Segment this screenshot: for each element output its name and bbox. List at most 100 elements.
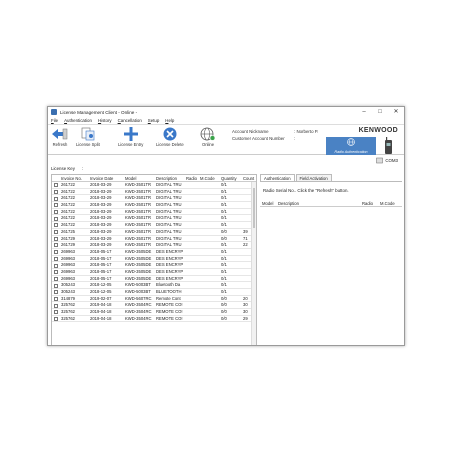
table-cell: KWD-5003BT: [125, 289, 151, 294]
table-cell: KWD-3505DE: [125, 275, 152, 281]
row-checkbox[interactable]: [54, 270, 58, 275]
table-cell: 2019-04-18: [90, 309, 112, 315]
row-checkbox[interactable]: [54, 230, 58, 235]
license-delete-label: License Delete: [156, 142, 184, 147]
row-checkbox[interactable]: [54, 276, 58, 281]
column-header[interactable]: Model: [260, 200, 278, 206]
table-cell: [185, 302, 199, 308]
table-row[interactable]: 261722 2018-03-29 KWD-3501TR DIGITAL TRU 0/1: [52, 189, 256, 196]
close-window-button[interactable]: ✕: [388, 107, 404, 117]
maximize-button[interactable]: □: [372, 107, 388, 117]
license-delete-button[interactable]: License Delete: [156, 127, 184, 147]
table-cell: [199, 229, 220, 235]
table-cell: [199, 256, 220, 262]
license-table-header: Invoice No. Invoice Date Model Description R…: [52, 175, 256, 182]
row-checkbox[interactable]: [54, 183, 58, 188]
table-cell: 0/1: [221, 222, 227, 228]
row-checkbox[interactable]: [54, 290, 58, 295]
table-row[interactable]: 325762 2019-04-18 KWD-3504RC REMOTE CO! 0/0 3…: [52, 302, 256, 310]
table-row[interactable]: 305243 2018-12-05 KWD-5003BT Bluetooth Da 0/…: [52, 282, 256, 289]
column-header[interactable]: Model: [124, 175, 155, 181]
tab-field-activation[interactable]: Field Activation: [295, 174, 332, 181]
row-checkbox[interactable]: [54, 189, 58, 194]
table-cell: 2018-05-17: [90, 262, 112, 268]
tab-authentication[interactable]: Authentication: [260, 174, 295, 181]
table-cell: 305243: [61, 289, 75, 294]
table-row[interactable]: 314879 2019-02-07 KWD-5607RC Remote Cont 0/0…: [52, 296, 256, 303]
menu-item[interactable]: Help: [165, 118, 174, 123]
column-header[interactable]: M.Code: [199, 175, 220, 181]
customer-account-number-value: :: [294, 136, 296, 141]
table-cell: 2018-03-29: [90, 222, 112, 228]
row-checkbox[interactable]: [54, 250, 58, 255]
table-row[interactable]: 261722 2018-03-29 KWD-3501TR DIGITAL TRU 0/1: [52, 195, 256, 203]
refresh-button[interactable]: Refresh: [52, 127, 68, 147]
table-cell: REMOTE CO!: [156, 302, 183, 308]
online-button[interactable]: Online: [200, 127, 216, 147]
row-checkbox[interactable]: [54, 203, 58, 208]
table-cell: [185, 202, 199, 208]
table-cell: 261725: [61, 228, 75, 234]
column-header[interactable]: Description: [278, 200, 362, 206]
row-checkbox[interactable]: [54, 223, 58, 228]
license-split-button[interactable]: License Split: [76, 127, 100, 147]
table-row[interactable]: 269963 2018-05-17 KWD-3505DE DES ENCRYP 0/1: [52, 262, 256, 269]
table-row[interactable]: 261722 2018-03-29 KWD-3501TR DIGITAL TRU 0/1: [52, 209, 256, 216]
license-entry-button[interactable]: License Entry: [118, 127, 143, 147]
menu-item[interactable]: Setup: [148, 118, 159, 123]
column-header[interactable]: Invoice No.: [60, 175, 89, 181]
table-row[interactable]: 269963 2018-05-17 KWD-3505DE DES ENCRYP 0/1: [52, 249, 256, 256]
menu-item[interactable]: History: [98, 118, 112, 123]
row-checkbox[interactable]: [54, 283, 58, 288]
table-row[interactable]: 325762 2019-04-18 KWD-3504RC REMOTE CO! 0/0 3…: [52, 309, 256, 316]
column-header[interactable]: Invoice Date: [89, 175, 124, 181]
table-row[interactable]: 305243 2018-12-05 KWD-5003BT BLUETOOTH 0/1: [52, 289, 256, 296]
row-checkbox[interactable]: [54, 263, 58, 268]
row-checkbox[interactable]: [54, 196, 58, 201]
menu-item[interactable]: Authentication: [64, 118, 92, 123]
table-cell: 2018-12-05: [90, 282, 112, 288]
table-cell: [185, 209, 199, 215]
column-header[interactable]: Count: [242, 175, 256, 181]
table-row[interactable]: 269963 2018-05-17 KWD-3505DE DES ENCRYP 0/1: [52, 256, 256, 263]
radio-authentication-button[interactable]: Radio Authentication: [326, 137, 376, 155]
table-row[interactable]: 261722 2018-03-29 KWD-3501TR DIGITAL TRU 0/1: [52, 182, 256, 189]
column-header[interactable]: Description: [155, 175, 185, 181]
minimize-button[interactable]: –: [356, 107, 372, 117]
column-header[interactable]: Radio: [362, 200, 380, 206]
row-checkbox[interactable]: [54, 310, 58, 315]
table-row[interactable]: 261729 2018-03-29 KWD-3501TR DIGITAL TRU 0/0…: [52, 236, 256, 243]
column-header[interactable]: Quantity: [220, 175, 242, 181]
table-cell: [185, 309, 199, 315]
table-row[interactable]: 261722 2018-03-29 KWD-3501TR DIGITAL TRU 0/1: [52, 215, 256, 223]
table-cell: [185, 256, 199, 262]
row-checkbox[interactable]: [54, 216, 58, 221]
menu-item[interactable]: Cancellation: [118, 118, 142, 123]
table-cell: KWD-3501TR: [125, 182, 152, 187]
row-checkbox[interactable]: [54, 210, 58, 215]
menu-item[interactable]: File: [51, 118, 58, 123]
radio-table-header: Model Description Radio M.Code: [260, 200, 402, 207]
table-cell: [199, 242, 220, 248]
table-row[interactable]: 261722 2018-03-29 KWD-3501TR DIGITAL TRU 0/1: [52, 202, 256, 209]
table-cell: KWD-3501TR: [125, 228, 152, 234]
row-checkbox[interactable]: [54, 303, 58, 308]
row-checkbox[interactable]: [54, 317, 58, 322]
row-checkbox[interactable]: [54, 236, 58, 241]
menu-bar: File Authentication History Cancellation Set…: [48, 117, 404, 125]
table-row[interactable]: 261729 2018-03-29 KWD-3501TR DIGITAL TRU 0/1…: [52, 242, 256, 249]
table-row[interactable]: 325762 2019-04-18 KWD-3504RC REMOTE CO! 0/0 2…: [52, 316, 256, 323]
scrollbar-thumb[interactable]: [253, 188, 255, 228]
table-row[interactable]: 269963 2018-05-17 KWD-3505DE DES ENCRYP 0/1: [52, 269, 256, 276]
license-table-scrollbar[interactable]: [251, 182, 256, 345]
table-row[interactable]: 261725 2018-03-29 KWD-3501TR DIGITAL TRU 0/0…: [52, 229, 256, 236]
column-header[interactable]: M.Code: [380, 200, 402, 206]
row-checkbox[interactable]: [54, 296, 58, 301]
table-row[interactable]: 269963 2018-05-17 KWD-3505DE DES ENCRYP 0/1: [52, 276, 256, 283]
row-checkbox[interactable]: [54, 256, 58, 261]
table-row[interactable]: 261722 2018-03-29 KWD-3501TR DIGITAL TRU 0/1: [52, 222, 256, 229]
table-cell: 2018-05-17: [90, 275, 112, 281]
column-header[interactable]: Radio: [185, 175, 199, 181]
globe-icon: [200, 127, 216, 141]
row-checkbox[interactable]: [54, 243, 58, 248]
